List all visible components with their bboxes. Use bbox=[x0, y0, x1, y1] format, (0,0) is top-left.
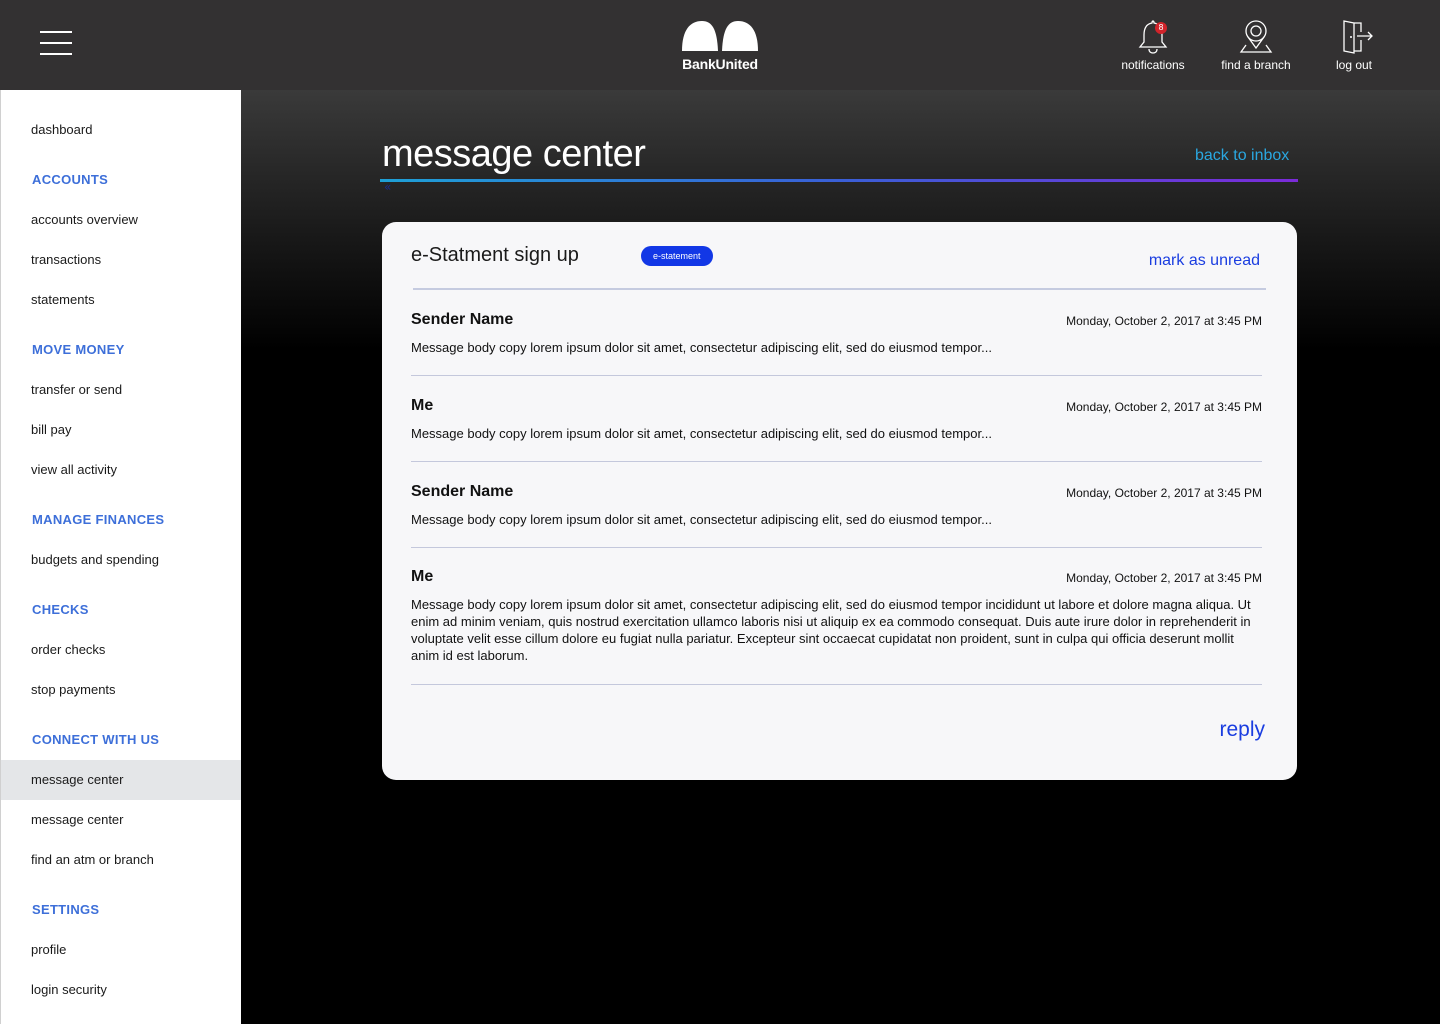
thread-subject: e-Statment sign up bbox=[411, 244, 579, 266]
find-branch-button[interactable]: find a branch bbox=[1208, 18, 1304, 72]
message-item[interactable]: Me Monday, October 2, 2017 at 3:45 PM Me… bbox=[411, 397, 1262, 462]
sidebar-item-order-checks[interactable]: order checks bbox=[1, 630, 241, 670]
sidebar-item-message-center[interactable]: message center bbox=[1, 800, 241, 840]
sidebar-item-transactions[interactable]: transactions bbox=[1, 240, 241, 280]
sidebar-section-move-money: MOVE MONEY bbox=[32, 342, 125, 357]
brand-logo[interactable]: BankUnited bbox=[680, 20, 760, 72]
message-body: Message body copy lorem ipsum dolor sit … bbox=[411, 340, 992, 355]
menu-icon[interactable] bbox=[40, 31, 72, 55]
main-content: message center back to inbox « e-Statmen… bbox=[241, 90, 1440, 1024]
sidebar-item-view-all-activity[interactable]: view all activity bbox=[1, 450, 241, 490]
page-title: message center bbox=[382, 133, 646, 175]
sidebar-item-message-center-active[interactable]: message center bbox=[1, 760, 241, 800]
message-item[interactable]: Sender Name Monday, October 2, 2017 at 3… bbox=[411, 311, 1262, 376]
sidebar-section-manage-finances: MANAGE FINANCES bbox=[32, 512, 165, 527]
notifications-label: notifications bbox=[1121, 58, 1185, 72]
sidebar-item-transfer-or-send[interactable]: transfer or send bbox=[1, 370, 241, 410]
reply-link[interactable]: reply bbox=[1219, 718, 1265, 742]
message-item-expanded[interactable]: Me Monday, October 2, 2017 at 3:45 PM Me… bbox=[411, 568, 1262, 685]
sidebar-item-bill-pay[interactable]: bill pay bbox=[1, 410, 241, 450]
thread-header-divider bbox=[413, 288, 1266, 290]
message-item[interactable]: Sender Name Monday, October 2, 2017 at 3… bbox=[411, 483, 1262, 548]
message-sender: Me bbox=[411, 397, 434, 414]
message-sender: Sender Name bbox=[411, 311, 514, 328]
back-to-inbox-link[interactable]: back to inbox bbox=[1195, 147, 1289, 165]
sidebar-section-accounts: ACCOUNTS bbox=[32, 172, 109, 187]
message-thread-card: e-Statment sign up e-statement mark as u… bbox=[382, 222, 1297, 780]
sidebar-section-connect-with-us: CONNECT WITH US bbox=[32, 732, 160, 747]
message-body: Message body copy lorem ipsum dolor sit … bbox=[411, 426, 992, 441]
brand-name: BankUnited bbox=[682, 56, 758, 72]
notification-count-badge: 8 bbox=[1155, 22, 1167, 34]
thread-tag-badge: e-statement bbox=[641, 246, 713, 266]
sidebar-item-login-security[interactable]: login security bbox=[1, 970, 241, 1010]
sidebar: dashboard ACCOUNTS accounts overview tra… bbox=[0, 90, 241, 1024]
bankunited-logo-icon bbox=[682, 21, 758, 51]
message-body: Message body copy lorem ipsum dolor sit … bbox=[411, 512, 992, 527]
message-date: Monday, October 2, 2017 at 3:45 PM bbox=[1066, 486, 1262, 500]
sidebar-item-dashboard[interactable]: dashboard bbox=[1, 110, 241, 150]
title-divider bbox=[380, 179, 1298, 182]
logout-label: log out bbox=[1335, 58, 1373, 72]
message-sender: Sender Name bbox=[411, 483, 514, 500]
sidebar-item-stop-payments[interactable]: stop payments bbox=[1, 670, 241, 710]
notifications-button[interactable]: 8 notifications bbox=[1108, 18, 1198, 72]
message-date: Monday, October 2, 2017 at 3:45 PM bbox=[1066, 571, 1262, 585]
sidebar-item-statements[interactable]: statements bbox=[1, 280, 241, 320]
sidebar-item-find-atm-or-branch[interactable]: find an atm or branch bbox=[1, 840, 241, 880]
sidebar-item-accounts-overview[interactable]: accounts overview bbox=[1, 200, 241, 240]
top-bar: BankUnited 8 notifications find a branch bbox=[0, 0, 1440, 90]
sidebar-item-profile[interactable]: profile bbox=[1, 930, 241, 970]
logout-button[interactable]: log out bbox=[1324, 18, 1384, 72]
sidebar-section-checks: CHECKS bbox=[32, 602, 89, 617]
map-pin-icon bbox=[1239, 20, 1273, 53]
message-date: Monday, October 2, 2017 at 3:45 PM bbox=[1066, 314, 1262, 328]
mark-as-unread-link[interactable]: mark as unread bbox=[1149, 252, 1260, 270]
message-body: Message body copy lorem ipsum dolor sit … bbox=[411, 597, 1251, 663]
chevron-left-icon[interactable]: « bbox=[384, 180, 391, 194]
message-sender: Me bbox=[411, 568, 434, 585]
sidebar-item-budgets-and-spending[interactable]: budgets and spending bbox=[1, 540, 241, 580]
logout-door-icon bbox=[1343, 20, 1373, 54]
message-date: Monday, October 2, 2017 at 3:45 PM bbox=[1066, 400, 1262, 414]
sidebar-section-settings: SETTINGS bbox=[32, 902, 100, 917]
find-branch-label: find a branch bbox=[1221, 58, 1291, 72]
